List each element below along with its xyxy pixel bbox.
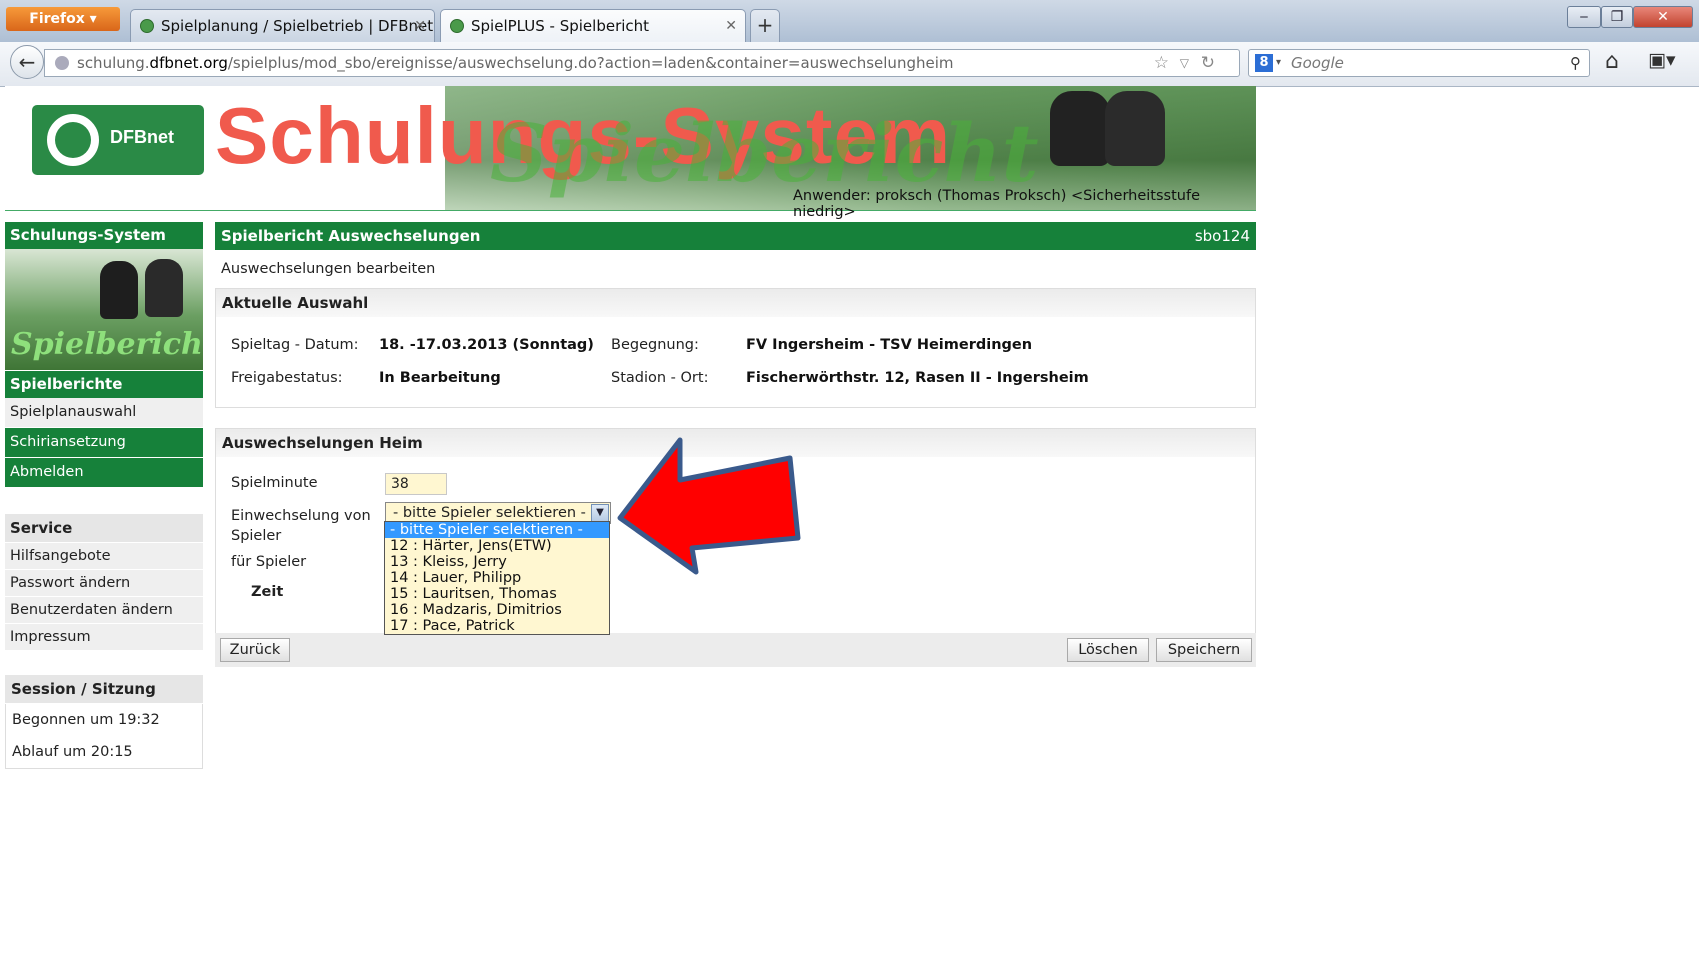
delete-button[interactable]: Löschen (1067, 638, 1149, 662)
bookmark-star-icon[interactable]: ☆ (1154, 50, 1169, 76)
search-bar[interactable]: 8 ▾ Google ⚲ (1248, 49, 1590, 77)
sidebar-image-text: Spielbericht (11, 327, 203, 362)
service-item-impressum[interactable]: Impressum (5, 624, 203, 651)
stadion-label: Stadion - Ort: (611, 370, 709, 386)
section-title: Aktuelle Auswahl (216, 289, 1255, 317)
minimize-button[interactable]: ‒ (1567, 6, 1601, 28)
history-dropdown-icon[interactable]: ▽ (1180, 50, 1189, 76)
dropdown-option[interactable]: 16 : Madzaris, Dimitrios (385, 602, 609, 618)
sidebar-section-head[interactable]: Spielberichte (5, 370, 203, 398)
dropdown-option[interactable]: 12 : Härter, Jens(ETW) (385, 538, 609, 554)
service-head: Service (5, 514, 203, 543)
sidebar: Schulungs-System Spielbericht Spielberic… (5, 222, 203, 769)
sidebar-item-abmelden[interactable]: Abmelden (5, 458, 203, 488)
close-icon[interactable]: ✕ (414, 10, 426, 43)
page-title: Spielbericht Auswechselungen (221, 227, 481, 245)
tab-title: Spielplanung / Spielbetrieb | DFBnet (161, 17, 434, 35)
service-item-passwort[interactable]: Passwort ändern (5, 570, 203, 597)
firefox-menu-button[interactable]: Firefox ▾ (6, 7, 120, 31)
url-bar[interactable]: schulung.dfbnet.org/spielplus/mod_sbo/er… (44, 49, 1240, 77)
user-info: Anwender: proksch (Thomas Proksch) <Sich… (793, 188, 1200, 220)
page-subtitle: Auswechselungen bearbeiten (221, 261, 436, 277)
dropdown-option[interactable]: 17 : Pace, Patrick (385, 618, 609, 634)
reload-icon[interactable]: ↻ (1201, 50, 1215, 76)
dropdown-option[interactable]: 13 : Kleiss, Jerry (385, 554, 609, 570)
google-search-engine-icon[interactable]: 8 (1255, 54, 1273, 72)
football-boot-image (1050, 91, 1110, 166)
navigation-bar: ← schulung.dfbnet.org/spielplus/mod_sbo/… (0, 42, 1699, 87)
football-boot-image (1105, 91, 1165, 166)
url-path: /spielplus/mod_sbo/ereignisse/auswechsel… (227, 54, 954, 72)
dropdown-option[interactable]: 15 : Lauritsen, Thomas (385, 586, 609, 602)
back-arrow-icon[interactable]: ← (10, 45, 44, 79)
stadion-value: Fischerwörthstr. 12, Rasen II - Ingershe… (746, 370, 1089, 386)
search-icon[interactable]: ⚲ (1570, 50, 1581, 76)
dfbnet-logo[interactable]: DFBnet (32, 105, 204, 175)
back-button[interactable]: Zurück (220, 638, 290, 662)
dfb-emblem-icon (44, 111, 102, 169)
url-host-prefix: schulung. (77, 54, 150, 72)
dfb-favicon-icon (450, 19, 464, 33)
button-row: Zurück Löschen Speichern (215, 633, 1256, 667)
einwechselung-label: Einwechselung von (231, 508, 371, 524)
begegnung-label: Begegnung: (611, 337, 699, 353)
current-selection-section: Aktuelle Auswahl Spieltag - Datum: 18. -… (215, 288, 1256, 408)
maximize-button[interactable]: ❐ (1601, 6, 1633, 28)
begegnung-value: FV Ingersheim - TSV Heimerdingen (746, 337, 1033, 353)
page-code: sbo124 (1194, 227, 1250, 245)
freigabe-value: In Bearbeitung (379, 370, 501, 386)
dropdown-option[interactable]: 14 : Lauer, Philipp (385, 570, 609, 586)
annotation-arrow-icon (617, 437, 801, 575)
session-head: Session / Sitzung (5, 675, 203, 704)
session-expires: Ablauf um 20:15 (5, 736, 203, 769)
spieltag-label: Spieltag - Datum: (231, 337, 359, 353)
sidebar-image: Spielbericht (5, 249, 203, 370)
search-placeholder: Google (1291, 54, 1344, 72)
select-value: - bitte Spieler selektieren - (393, 505, 586, 521)
main-header: Spielbericht Auswechselungen sbo124 (215, 222, 1256, 250)
chevron-down-icon[interactable]: ▾ (1276, 50, 1281, 76)
tab-spielplanung[interactable]: Spielplanung / Spielbetrieb | DFBnet ✕ (130, 9, 435, 42)
fuer-spieler-label: für Spieler (231, 554, 307, 570)
logo-text: DFBnet (110, 127, 174, 147)
session-started: Begonnen um 19:32 (5, 704, 203, 736)
spielminute-label: Spielminute (231, 475, 318, 491)
spieltag-value: 18. -17.03.2013 (Sonntag) (379, 337, 594, 353)
banner-script-title: Spielbericht (490, 106, 1039, 200)
sidebar-item-spielplanauswahl[interactable]: Spielplanauswahl (5, 398, 203, 428)
zeit-label: Zeit (251, 584, 284, 600)
new-tab-button[interactable]: + (750, 9, 780, 42)
sidebar-item-schiriansetzung[interactable]: Schiriansetzung (5, 428, 203, 458)
spielminute-input[interactable]: 38 (385, 473, 447, 495)
service-item-benutzerdaten[interactable]: Benutzerdaten ändern (5, 597, 203, 624)
sidebar-system-head: Schulungs-System (5, 222, 203, 249)
dfb-favicon-icon (140, 19, 154, 33)
player-dropdown-list[interactable]: - bitte Spieler selektieren - 12 : Härte… (384, 521, 610, 635)
chevron-down-icon[interactable]: ▼ (591, 504, 609, 522)
freigabe-label: Freigabestatus: (231, 370, 343, 386)
service-item-hilfsangebote[interactable]: Hilfsangebote (5, 543, 203, 570)
site-banner: DFBnet Schulungs-System Spielbericht Anw… (5, 86, 1256, 220)
tab-spielbericht[interactable]: SpielPLUS - Spielbericht ✕ (440, 9, 746, 42)
close-icon[interactable]: ✕ (725, 10, 737, 43)
site-identity-icon[interactable] (55, 56, 69, 70)
window-close-button[interactable]: ✕ (1633, 6, 1693, 28)
home-icon[interactable]: ⌂ (1605, 49, 1619, 74)
tab-title: SpielPLUS - Spielbericht (471, 17, 650, 35)
save-button[interactable]: Speichern (1156, 638, 1252, 662)
browser-titlebar: Firefox ▾ Spielplanung / Spielbetrieb | … (0, 0, 1699, 42)
dropdown-option[interactable]: - bitte Spieler selektieren - (385, 522, 609, 538)
url-host: dfbnet.org (149, 54, 228, 72)
einwechselung-label-2: Spieler (231, 528, 282, 544)
bookmarks-menu-icon[interactable]: ▣▾ (1648, 49, 1676, 71)
